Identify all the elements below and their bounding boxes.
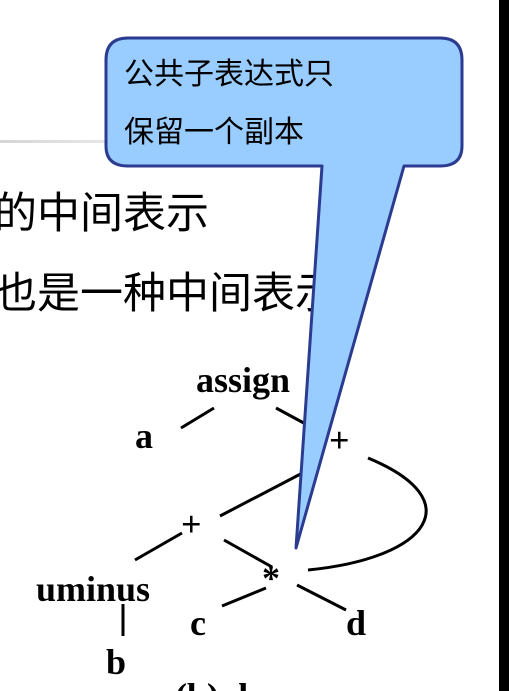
edge-plus-times-curve (307, 456, 428, 572)
edge-times-c (221, 586, 267, 608)
dag-edges (121, 406, 428, 636)
edge-times-d (296, 583, 347, 612)
node-a: a (135, 416, 153, 456)
node-d: d (346, 603, 366, 643)
edge-assign-a (180, 406, 215, 430)
callout-text-line-2: 保留一个副本 (124, 115, 304, 150)
node-assign: assign (196, 360, 290, 400)
node-plus-mid: + (181, 504, 202, 544)
node-c: c (190, 603, 206, 643)
figure-caption: (b) d (175, 676, 248, 691)
node-b: b (106, 642, 126, 682)
callout-text-line-1: 公共子表达式只 (124, 57, 334, 92)
dag-diagram: assign a + + * uminus c d b (b) d (36, 36, 464, 691)
node-uminus: uminus (36, 569, 150, 609)
node-times: * (262, 558, 280, 598)
edge-plus-uminus (134, 531, 183, 562)
node-plus-top: + (329, 420, 350, 460)
